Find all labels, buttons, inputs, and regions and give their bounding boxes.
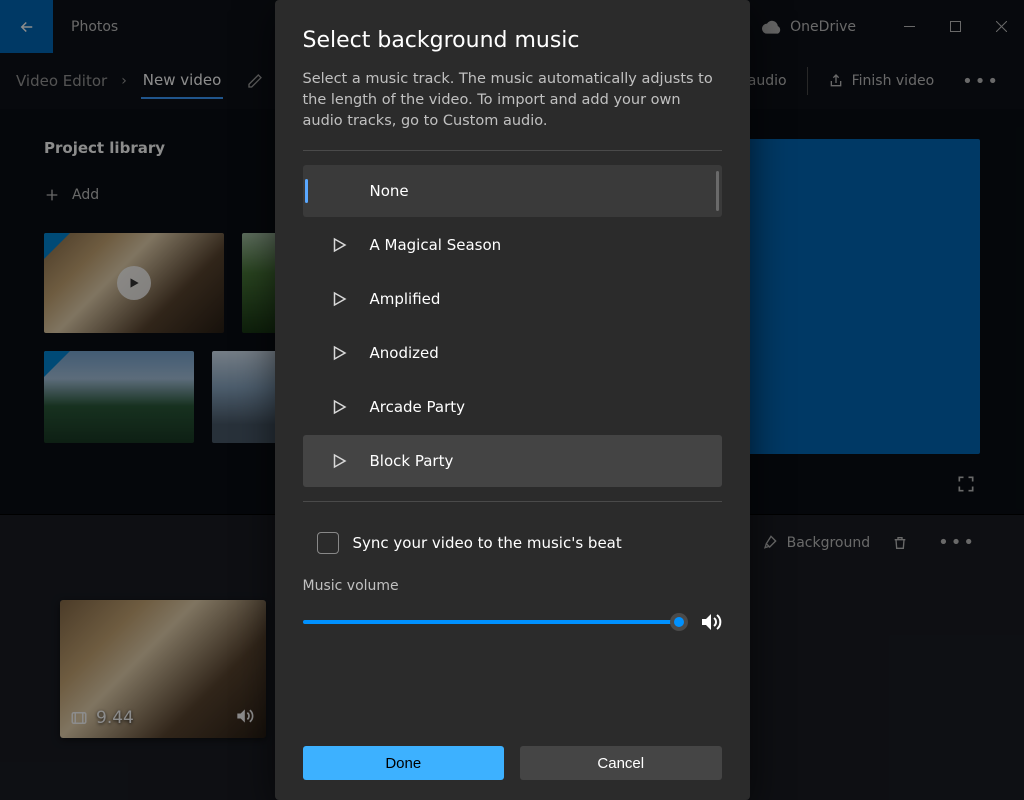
track-item[interactable]: Blossoming [303,489,722,501]
track-item[interactable]: Block Party [303,435,722,487]
track-item[interactable]: Amplified [303,273,722,325]
selection-indicator [305,341,308,365]
track-name: None [370,182,409,200]
track-name: Arcade Party [370,398,466,416]
modal-scrim: Select background music Select a music t… [0,0,1024,800]
play-icon [330,452,348,470]
sync-checkbox[interactable] [317,532,339,554]
track-item[interactable]: None [303,165,722,217]
divider [303,150,722,151]
track-name: Block Party [370,452,454,470]
dialog-title: Select background music [303,28,722,53]
track-list[interactable]: None A Magical Season Amplified Anodized Arc… [303,163,722,501]
track-name: Amplified [370,290,441,308]
play-icon [330,398,348,416]
dialog-buttons: Done Cancel [303,746,722,780]
selection-indicator [305,449,308,473]
selection-indicator [305,287,308,311]
selection-indicator [305,179,308,203]
sync-beat-row: Sync your video to the music's beat [317,532,722,554]
volume-label: Music volume [303,578,722,594]
track-item[interactable]: Anodized [303,327,722,379]
selection-indicator [305,395,308,419]
play-icon [330,344,348,362]
done-button[interactable]: Done [303,746,505,780]
divider [303,501,722,502]
scrollbar[interactable] [716,171,719,211]
volume-row [303,610,722,634]
track-name: A Magical Season [370,236,502,254]
volume-slider[interactable] [303,620,680,624]
track-item[interactable]: Arcade Party [303,381,722,433]
track-name: Anodized [370,344,439,362]
slider-thumb-icon [670,613,688,631]
selection-indicator [305,233,308,257]
speaker-icon[interactable] [698,610,722,634]
background-music-dialog: Select background music Select a music t… [275,0,750,800]
sync-label: Sync your video to the music's beat [353,534,622,552]
dialog-description: Select a music track. The music automati… [303,69,722,132]
cancel-button[interactable]: Cancel [520,746,722,780]
track-item[interactable]: A Magical Season [303,219,722,271]
play-icon [330,290,348,308]
play-icon [330,236,348,254]
